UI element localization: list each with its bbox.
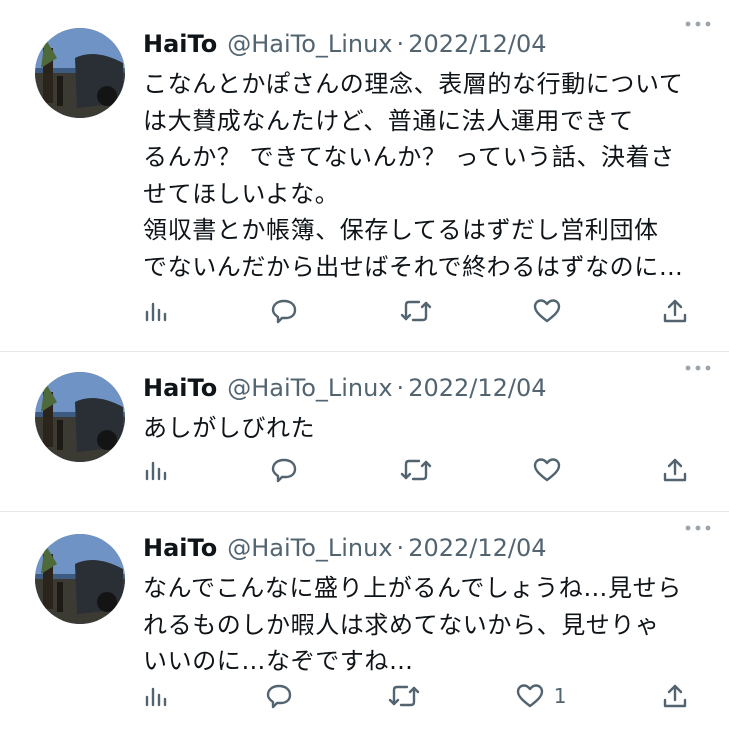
separator: · [396, 374, 405, 402]
tweet-header: HaiTo @HaiTo_Linux · 2022/12/04 [143, 24, 709, 64]
tweet-content: HaiTo @HaiTo_Linux · 2022/12/04 こなんとかぽさん… [143, 24, 709, 285]
tweet-text: なんでこんなに盛り上がるんでしょうね…見せら れるものしか暇人は求めてないから、… [143, 574, 682, 675]
heart-icon[interactable] [516, 683, 544, 709]
like-action[interactable]: 1 [516, 683, 567, 709]
author-handle[interactable]: @HaiTo_Linux [227, 24, 392, 64]
tweet[interactable]: HaiTo @HaiTo_Linux · 2022/12/04 あしがしびれた [0, 352, 729, 512]
separator: · [396, 30, 405, 58]
tweet-actions: 1 [143, 678, 688, 714]
tweet-header: HaiTo @HaiTo_Linux · 2022/12/04 [143, 528, 709, 568]
reply-bubble-icon[interactable] [265, 682, 293, 710]
views-bar-chart-icon[interactable] [143, 457, 169, 483]
author-name[interactable]: HaiTo [143, 24, 217, 64]
views-bar-chart-icon[interactable] [143, 683, 169, 709]
more-dots-icon[interactable] [683, 14, 713, 34]
more-dots-icon[interactable] [683, 358, 713, 378]
tweet-actions [143, 452, 688, 488]
tweet-date[interactable]: 2022/12/04 [408, 24, 546, 64]
author-name[interactable]: HaiTo [143, 528, 217, 568]
reply-bubble-icon[interactable] [270, 456, 298, 484]
more-dots-icon[interactable] [683, 518, 713, 538]
avatar[interactable] [35, 534, 125, 624]
retweet-icon[interactable] [400, 297, 432, 325]
heart-icon[interactable] [533, 298, 561, 324]
separator: · [396, 534, 405, 562]
tweet[interactable]: HaiTo @HaiTo_Linux · 2022/12/04 こなんとかぽさん… [0, 0, 729, 352]
tweet-text: あしがしびれた [143, 414, 316, 442]
tweet-text: こなんとかぽさんの理念、表層的な行動について は大賛成なんたけど、普通に法人運用… [143, 70, 684, 281]
retweet-icon[interactable] [400, 456, 432, 484]
retweet-icon[interactable] [388, 682, 420, 710]
tweet-feed: HaiTo @HaiTo_Linux · 2022/12/04 こなんとかぽさん… [0, 0, 729, 729]
avatar[interactable] [35, 372, 125, 462]
tweet-date[interactable]: 2022/12/04 [408, 368, 546, 408]
share-upload-icon[interactable] [662, 298, 688, 324]
share-upload-icon[interactable] [662, 683, 688, 709]
tweet-header: HaiTo @HaiTo_Linux · 2022/12/04 [143, 368, 709, 408]
views-bar-chart-icon[interactable] [143, 298, 169, 324]
avatar[interactable] [35, 28, 125, 118]
tweet-actions [143, 293, 688, 329]
heart-icon[interactable] [533, 457, 561, 483]
tweet[interactable]: HaiTo @HaiTo_Linux · 2022/12/04 なんでこんなに盛… [0, 512, 729, 729]
like-count: 1 [553, 684, 567, 708]
tweet-content: HaiTo @HaiTo_Linux · 2022/12/04 なんでこんなに盛… [143, 528, 709, 680]
tweet-date[interactable]: 2022/12/04 [408, 528, 546, 568]
share-upload-icon[interactable] [662, 457, 688, 483]
author-name[interactable]: HaiTo [143, 368, 217, 408]
tweet-content: HaiTo @HaiTo_Linux · 2022/12/04 あしがしびれた [143, 368, 709, 447]
author-handle[interactable]: @HaiTo_Linux [227, 528, 392, 568]
author-handle[interactable]: @HaiTo_Linux [227, 368, 392, 408]
reply-bubble-icon[interactable] [270, 297, 298, 325]
